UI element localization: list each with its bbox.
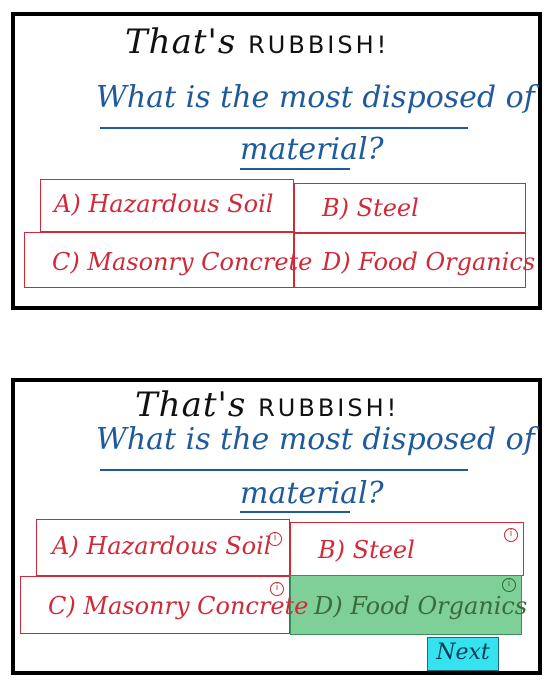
next-button[interactable]: Next — [427, 637, 499, 671]
question-text-line1-2: What is the most disposed of — [96, 422, 535, 457]
option-a-label: A) Hazardous Soil — [54, 190, 274, 218]
option-c-label: C) Masonry Concrete — [52, 248, 313, 276]
title-word-thats: That's — [125, 22, 237, 62]
title-word-rubbish: RUBBISH! — [248, 31, 390, 59]
option-b-info-icon[interactable]: i — [504, 528, 518, 542]
option-c-info-icon[interactable]: i — [270, 582, 284, 596]
title-word-thats-2: That's — [135, 385, 247, 425]
option-a-label-2: A) Hazardous Soil — [52, 532, 272, 560]
option-b-label: B) Steel — [322, 194, 419, 222]
app-title: That's RUBBISH! — [125, 22, 389, 62]
option-b-label-2: B) Steel — [318, 536, 415, 564]
option-c-label-2: C) Masonry Concrete — [48, 592, 309, 620]
option-d-info-icon[interactable]: i — [502, 578, 516, 592]
app-title-2: That's RUBBISH! — [135, 385, 399, 425]
question-underline-2 — [240, 168, 350, 170]
question-text-line2: material? — [240, 132, 384, 167]
option-d-label: D) Food Organics — [322, 248, 536, 276]
option-a-info-icon[interactable]: i — [268, 532, 282, 546]
option-d-label-2: D) Food Organics — [314, 592, 528, 620]
title-word-rubbish-2: RUBBISH! — [258, 394, 400, 422]
question-underline — [100, 127, 468, 129]
question-underline-3 — [100, 469, 468, 471]
question-text-line1: What is the most disposed of — [96, 80, 535, 115]
question-text-line2-2: material? — [240, 476, 384, 511]
question-underline-4 — [240, 511, 350, 513]
